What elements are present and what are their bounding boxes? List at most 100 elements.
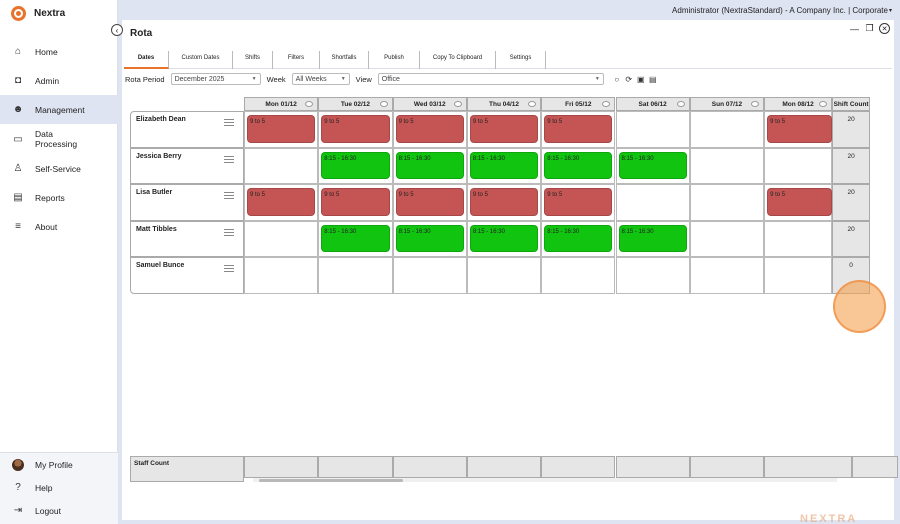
shift-block[interactable]: 9 to 5 xyxy=(395,188,464,216)
shift-block[interactable]: 9 to 5 xyxy=(544,188,613,216)
shift-block[interactable]: 8:15 - 16:30 xyxy=(469,151,539,179)
collapse-sidebar-button[interactable]: ‹ xyxy=(111,24,123,36)
shift-block[interactable]: 8:15 - 16:30 xyxy=(321,224,390,252)
sidebar-item-management[interactable]: ☻ Management xyxy=(0,95,118,124)
shift-block[interactable]: 8:15 - 16:30 xyxy=(395,224,464,252)
rota-cell[interactable] xyxy=(244,257,319,294)
week-select[interactable]: All Weeks ▼ xyxy=(291,73,350,85)
shift-block[interactable]: 9 to 5 xyxy=(247,115,316,143)
rota-cell[interactable] xyxy=(689,147,765,184)
sidebar-item-logout[interactable]: ⇥ Logout xyxy=(0,499,118,522)
shift-block[interactable]: 8:15 - 16:30 xyxy=(321,151,390,179)
staff-name-cell[interactable]: Jessica Berry xyxy=(130,147,244,184)
tab-shortfalls[interactable]: Shortfalls xyxy=(320,51,369,69)
rota-cell[interactable] xyxy=(689,257,765,294)
shift-block[interactable]: 9 to 5 xyxy=(767,188,833,216)
shift-block[interactable]: 9 to 5 xyxy=(321,115,390,143)
rota-cell[interactable] xyxy=(244,147,319,184)
staff-name-cell[interactable]: Matt Tibbles xyxy=(130,220,244,257)
visibility-toggle-icon[interactable] xyxy=(676,101,685,107)
tab-settings[interactable]: Settings xyxy=(496,51,546,69)
tab-shifts[interactable]: Shifts xyxy=(233,51,273,69)
rota-cell[interactable] xyxy=(466,257,542,294)
close-icon[interactable]: ✕ xyxy=(879,23,890,34)
shift-block[interactable]: 9 to 5 xyxy=(767,115,833,143)
rota-cell[interactable] xyxy=(615,111,690,148)
scrollbar-thumb[interactable] xyxy=(259,479,403,482)
tab-dates[interactable]: Dates xyxy=(124,51,169,69)
rota-cell[interactable] xyxy=(244,220,319,257)
sidebar-item-self-service[interactable]: ♙ Self-Service xyxy=(0,154,118,183)
visibility-toggle-icon[interactable] xyxy=(528,101,537,107)
user-company-text[interactable]: Administrator (NextraStandard) - A Compa… xyxy=(672,6,888,15)
row-menu-icon[interactable] xyxy=(224,228,234,236)
shift-block[interactable]: 9 to 5 xyxy=(469,115,539,143)
rota-cell[interactable] xyxy=(689,111,765,148)
sidebar-item-about[interactable]: ≡ About xyxy=(0,212,118,241)
brand[interactable]: Nextra xyxy=(11,5,65,21)
horizontal-scrollbar[interactable] xyxy=(253,478,837,482)
day-header[interactable]: Sat 06/12 xyxy=(615,97,690,111)
sidebar-item-reports[interactable]: ▤ Reports xyxy=(0,183,118,212)
shift-block[interactable]: 8:15 - 16:30 xyxy=(395,151,464,179)
tab-custom-dates[interactable]: Custom Dates xyxy=(169,51,233,69)
rota-cell[interactable] xyxy=(541,257,616,294)
view-select[interactable]: Office ▼ xyxy=(377,73,604,85)
shift-block[interactable]: 9 to 5 xyxy=(469,188,539,216)
sidebar-item-admin[interactable]: ◘ Admin xyxy=(0,66,118,95)
tab-filters[interactable]: Filters xyxy=(273,51,320,69)
rota-cell[interactable] xyxy=(764,257,833,294)
day-header[interactable]: Tue 02/12 xyxy=(318,97,393,111)
rota-cell[interactable] xyxy=(764,220,833,257)
shift-block[interactable]: 9 to 5 xyxy=(247,188,316,216)
shift-block[interactable]: 9 to 5 xyxy=(544,115,613,143)
minimize-icon[interactable]: — xyxy=(849,23,860,34)
shift-block[interactable]: 9 to 5 xyxy=(321,188,390,216)
row-menu-icon[interactable] xyxy=(224,119,234,126)
rota-cell[interactable] xyxy=(764,147,833,184)
export-excel-icon[interactable]: ▣ xyxy=(636,74,646,84)
row-menu-icon[interactable] xyxy=(224,265,234,272)
day-header[interactable]: Thu 04/12 xyxy=(466,97,542,111)
visibility-toggle-icon[interactable] xyxy=(379,101,388,107)
sidebar-item-home[interactable]: ⌂ Home xyxy=(0,37,118,66)
shift-block[interactable]: 8:15 - 16:30 xyxy=(544,151,613,179)
row-menu-icon[interactable] xyxy=(224,192,234,199)
restore-icon[interactable]: ❐ xyxy=(864,23,875,34)
tab-publish[interactable]: Publish xyxy=(369,51,420,69)
rota-cell[interactable] xyxy=(615,257,690,294)
day-header[interactable]: Mon 08/12 xyxy=(764,97,833,111)
staff-name-cell[interactable]: Lisa Butler xyxy=(130,184,244,221)
visibility-toggle-icon[interactable] xyxy=(751,101,760,107)
shift-block[interactable]: 8:15 - 16:30 xyxy=(618,224,687,252)
visibility-toggle-icon[interactable] xyxy=(602,101,611,107)
staff-name-cell[interactable]: Elizabeth Dean xyxy=(130,111,244,148)
rota-cell[interactable] xyxy=(689,184,765,221)
rota-cell[interactable] xyxy=(318,257,393,294)
sidebar-item-help[interactable]: ? Help xyxy=(0,476,118,499)
day-header[interactable]: Fri 05/12 xyxy=(541,97,616,111)
shift-block[interactable]: 8:15 - 16:30 xyxy=(469,224,539,252)
shift-block[interactable]: 8:15 - 16:30 xyxy=(618,151,687,179)
day-header[interactable]: Wed 03/12 xyxy=(392,97,467,111)
rota-cell[interactable] xyxy=(392,257,467,294)
tab-copy-to-clipboard[interactable]: Copy To Clipboard xyxy=(420,51,496,69)
day-header[interactable]: Sun 07/12 xyxy=(689,97,765,111)
shift-block[interactable]: 8:15 - 16:30 xyxy=(544,224,613,252)
rota-cell[interactable] xyxy=(689,220,765,257)
sidebar-item-data-processing[interactable]: ▭ Data Processing xyxy=(0,124,118,154)
option-radio-icon[interactable]: ○ xyxy=(612,74,622,84)
day-header[interactable]: Mon 01/12 xyxy=(244,97,319,111)
chevron-down-icon[interactable]: ▾ xyxy=(889,7,892,14)
visibility-toggle-icon[interactable] xyxy=(305,101,314,107)
rota-cell[interactable] xyxy=(615,184,690,221)
refresh-icon[interactable]: ⟳ xyxy=(624,74,634,84)
visibility-toggle-icon[interactable] xyxy=(819,101,828,107)
row-menu-icon[interactable] xyxy=(224,155,234,163)
rota-period-select[interactable]: December 2025 ▼ xyxy=(170,73,261,85)
export-pdf-icon[interactable]: ▤ xyxy=(648,74,658,84)
visibility-toggle-icon[interactable] xyxy=(453,101,462,107)
shift-block[interactable]: 9 to 5 xyxy=(395,115,464,143)
sidebar-item-my-profile[interactable]: My Profile xyxy=(0,453,118,476)
staff-name-cell[interactable]: Samuel Bunce xyxy=(130,257,244,294)
